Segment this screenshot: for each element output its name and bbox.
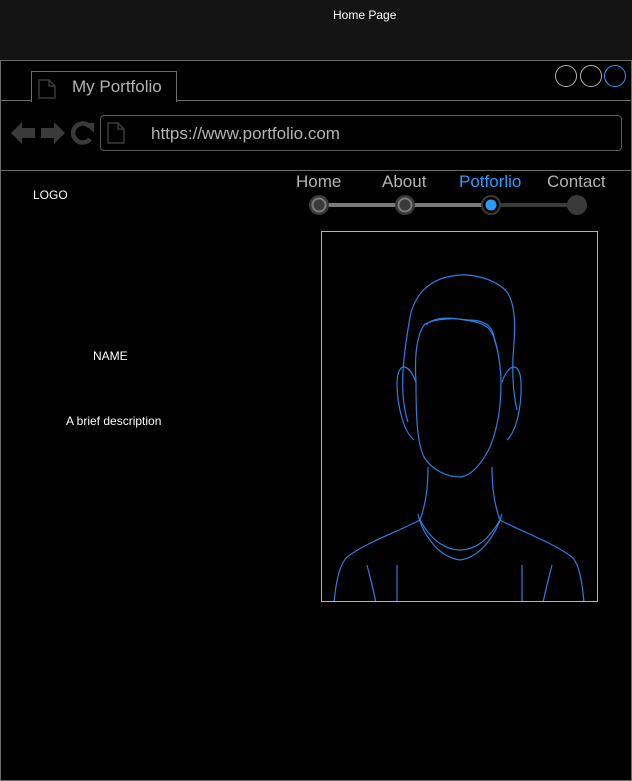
document-icon bbox=[107, 122, 125, 144]
tab-title: My Portfolio bbox=[72, 77, 162, 96]
nav-about[interactable]: About bbox=[382, 172, 426, 192]
progress-step-about[interactable] bbox=[395, 195, 415, 215]
person-name: NAME bbox=[93, 349, 128, 363]
nav-contact[interactable]: Contact bbox=[547, 172, 606, 192]
address-bar[interactable]: https://www.portfolio.com bbox=[100, 115, 622, 151]
nav-progress-track bbox=[309, 195, 587, 215]
progress-step-home[interactable] bbox=[309, 195, 329, 215]
document-icon bbox=[38, 79, 56, 99]
tab-bar: My Portfolio bbox=[1, 61, 631, 102]
minimize-button[interactable] bbox=[555, 65, 577, 87]
reload-icon[interactable] bbox=[71, 121, 95, 145]
site-logo[interactable]: LOGO bbox=[33, 188, 68, 202]
page-title: Home Page bbox=[333, 8, 397, 22]
browser-toolbar: https://www.portfolio.com bbox=[1, 102, 631, 171]
url-text: https://www.portfolio.com bbox=[151, 124, 340, 143]
nav-portfolio[interactable]: Potforlio bbox=[459, 172, 521, 192]
nav-home[interactable]: Home bbox=[296, 172, 341, 192]
forward-arrow-icon[interactable] bbox=[40, 121, 65, 145]
browser-window: My Portfolio https://www.portfolio.com L… bbox=[0, 60, 632, 781]
progress-step-contact[interactable] bbox=[567, 195, 587, 215]
close-button[interactable] bbox=[604, 65, 626, 87]
person-description: A brief description bbox=[66, 414, 162, 428]
progress-step-portfolio[interactable] bbox=[481, 195, 501, 215]
browser-tab[interactable]: My Portfolio bbox=[31, 71, 177, 102]
profile-photo bbox=[321, 231, 598, 602]
back-arrow-icon[interactable] bbox=[11, 121, 36, 145]
person-silhouette-icon bbox=[333, 274, 585, 601]
maximize-button[interactable] bbox=[580, 65, 602, 87]
page-content: LOGO Home About Potforlio Contact NAME A… bbox=[1, 172, 631, 780]
page-title-bar: Home Page bbox=[0, 0, 632, 60]
